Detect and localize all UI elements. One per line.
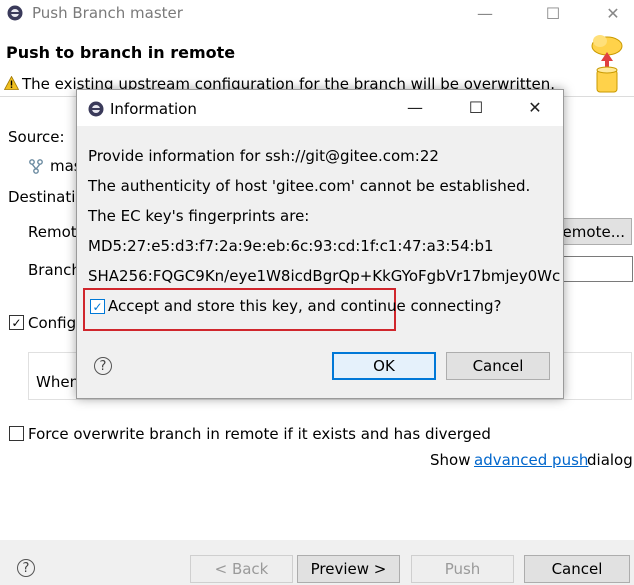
cancel-button[interactable]: Cancel <box>524 555 630 583</box>
page-title: Push to branch in remote <box>6 43 236 62</box>
dialog-title: Information <box>110 100 197 118</box>
accept-key-checkbox[interactable]: ✓ <box>90 299 105 314</box>
main-titlebar: Push Branch master — ☐ ✕ <box>0 0 634 26</box>
dialog-line-authenticity: The authenticity of host 'gitee.com' can… <box>88 177 531 195</box>
configure-upstream-checkbox[interactable]: ✓ <box>9 315 24 330</box>
force-overwrite-checkbox[interactable] <box>9 426 24 441</box>
information-dialog: Information — ☐ ✕ Provide information fo… <box>76 89 564 399</box>
help-icon[interactable]: ? <box>17 559 35 577</box>
eclipse-app-icon <box>87 100 105 122</box>
dialog-minimize-button[interactable]: — <box>398 94 432 120</box>
preview-button[interactable]: Preview > <box>297 555 400 583</box>
accept-key-label: Accept and store this key, and continue … <box>108 297 502 315</box>
source-label: Source: <box>8 128 65 146</box>
ok-button[interactable]: OK <box>332 352 436 380</box>
dialog-help-icon[interactable]: ? <box>94 357 112 375</box>
dialog-line-provide-info: Provide information for ssh://git@gitee.… <box>88 147 439 165</box>
window-title: Push Branch master <box>32 4 183 22</box>
dialog-line-md5: MD5:27:e5:d3:f7:2a:9e:eb:6c:93:cd:1f:c1:… <box>88 237 494 255</box>
dialog-line-fingerprints-heading: The EC key's fingerprints are: <box>88 207 310 225</box>
warning-icon <box>3 75 20 94</box>
show-suffix: dialog <box>587 451 633 469</box>
dialog-cancel-button[interactable]: Cancel <box>446 352 550 380</box>
push-cloud-icon <box>588 32 626 98</box>
force-overwrite-label: Force overwrite branch in remote if it e… <box>28 425 491 443</box>
dialog-titlebar: Information — ☐ ✕ <box>77 90 563 126</box>
close-button[interactable]: ✕ <box>596 0 630 26</box>
back-button[interactable]: < Back <box>190 555 293 583</box>
dialog-line-sha256: SHA256:FQGC9Kn/eye1W8icdBgrQp+KkGYoFgbVr… <box>88 267 561 285</box>
advanced-push-link[interactable]: advanced push <box>474 451 588 469</box>
dialog-maximize-button[interactable]: ☐ <box>459 94 493 120</box>
branch-icon <box>28 158 44 178</box>
eclipse-app-icon <box>6 4 24 26</box>
maximize-button[interactable]: ☐ <box>536 0 570 26</box>
minimize-button[interactable]: — <box>468 0 502 26</box>
show-prefix: Show <box>430 451 471 469</box>
push-button[interactable]: Push <box>411 555 514 583</box>
dialog-close-button[interactable]: ✕ <box>518 94 552 120</box>
